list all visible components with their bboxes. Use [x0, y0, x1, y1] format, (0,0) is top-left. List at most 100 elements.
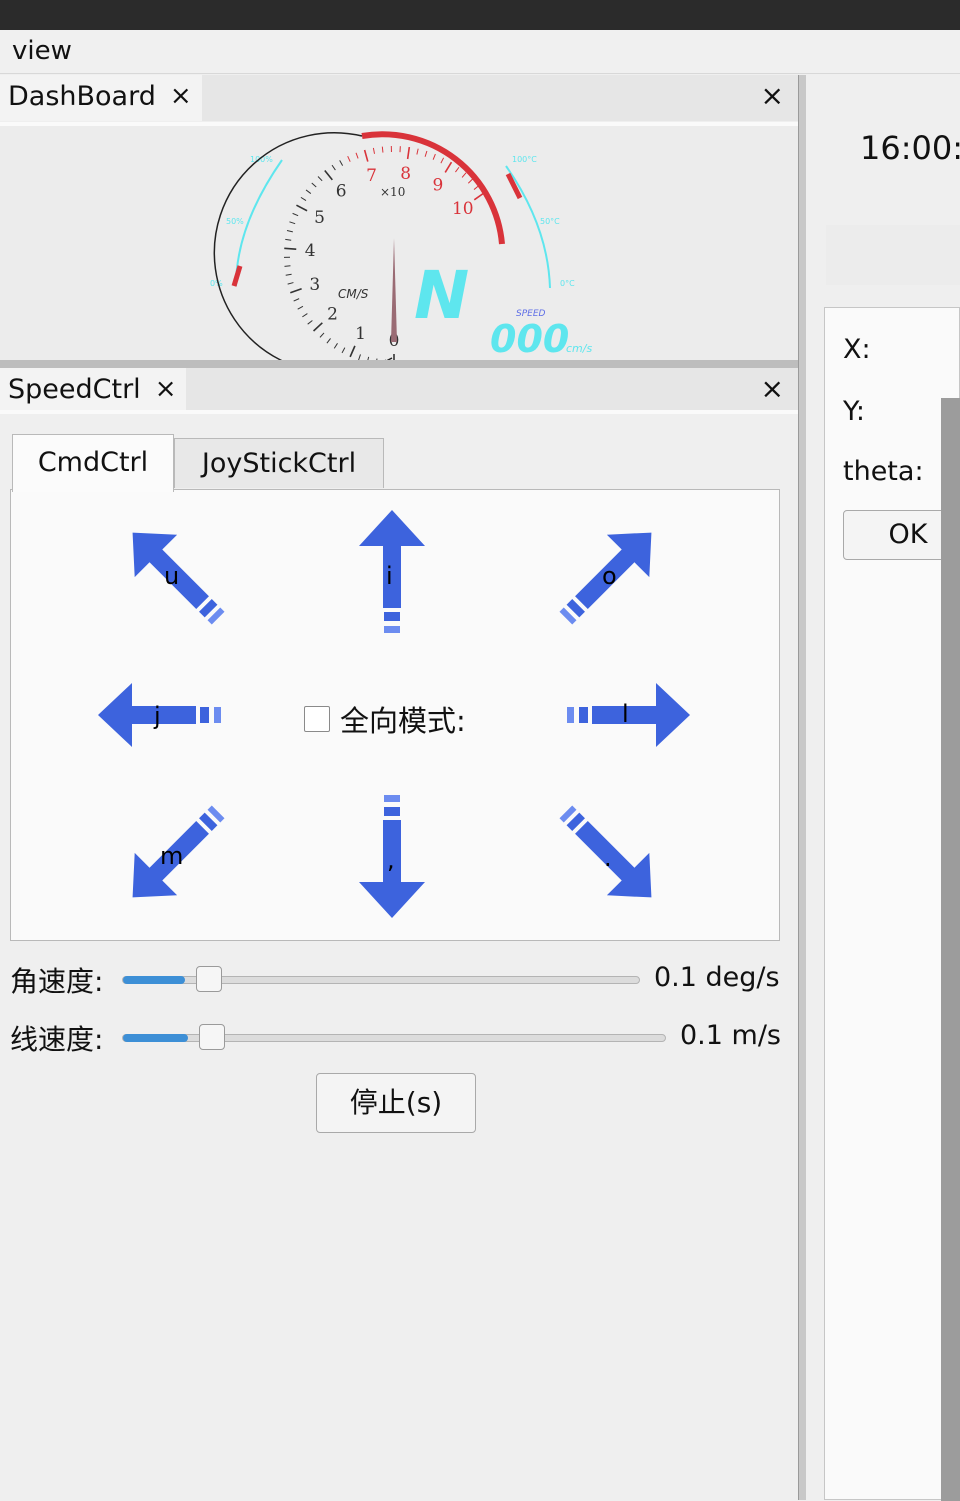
tab-dashboard[interactable]: DashBoard × — [0, 75, 202, 121]
key-label-comma: , — [387, 846, 395, 874]
angular-speed-fill — [123, 976, 185, 984]
dashboard-tab-label: DashBoard — [8, 81, 156, 112]
left-gauge-label-low: 0% — [210, 279, 223, 288]
move-forward-left-button[interactable]: u — [110, 510, 240, 640]
move-back-button[interactable]: , — [327, 788, 457, 918]
stop-button[interactable]: 停止(s) — [316, 1073, 476, 1133]
linear-speed-slider[interactable] — [122, 1034, 666, 1042]
dial-tick — [294, 299, 299, 301]
angular-speed-slider[interactable] — [122, 976, 640, 984]
dial-tick — [284, 248, 296, 249]
dial-unit: CM/S — [338, 287, 369, 301]
time-display: 16:00:0 — [860, 129, 960, 167]
dial-tick — [441, 158, 444, 163]
speed-readout-unit: cm/s — [566, 342, 592, 355]
dial-tick — [287, 231, 293, 232]
move-right-button[interactable]: l — [560, 650, 690, 780]
dial-tick — [334, 343, 337, 348]
dial-tick — [290, 289, 301, 293]
dial-tick — [308, 320, 313, 324]
dial-tick — [408, 147, 410, 159]
tab-speedctrl[interactable]: SpeedCtrl × — [0, 368, 186, 414]
dial-number: 6 — [336, 182, 347, 202]
dial-tick — [425, 151, 427, 157]
dial-tick — [296, 205, 307, 211]
dock-splitter[interactable] — [0, 360, 798, 368]
right-gauge-label-mid: 50°C — [540, 217, 560, 226]
angular-speed-handle[interactable] — [196, 966, 222, 992]
main-splitter[interactable] — [798, 75, 806, 1500]
dashboard-panel: 100% 50% 0% 100°C 50°C 0°C ×10 CM/S 0123… — [0, 122, 798, 360]
omni-mode-checkbox[interactable] — [304, 706, 330, 732]
dial-tick — [293, 213, 299, 215]
time-strip — [826, 225, 960, 285]
vertical-scrollbar[interactable] — [941, 398, 960, 1501]
dial-tick — [284, 266, 290, 267]
dial-tick — [348, 156, 351, 161]
dial-tick — [342, 348, 345, 353]
menu-bar: view — [0, 30, 960, 74]
dial-tick — [350, 346, 355, 357]
dial-tick — [312, 183, 316, 187]
speed-needle — [391, 238, 397, 342]
theta-label: theta: — [843, 456, 924, 487]
linear-speed-value: 0.1 m/s — [680, 1020, 781, 1051]
dial-tick — [288, 283, 294, 285]
dial-tick — [332, 165, 335, 170]
close-icon[interactable]: × — [170, 81, 192, 111]
linear-speed-label: 线速度: — [10, 1018, 122, 1058]
linear-speed-handle[interactable] — [199, 1024, 225, 1050]
menu-view[interactable]: view — [12, 36, 72, 66]
key-label-o: o — [602, 562, 617, 590]
dial-number: 3 — [309, 275, 320, 295]
y-label: Y: — [843, 396, 865, 427]
right-panel: 16:00:0 X: Y: theta: OK — [806, 75, 960, 1500]
dial-tick — [306, 190, 311, 194]
speedctrl-dock-titlebar: SpeedCtrl × × — [0, 368, 798, 414]
close-icon[interactable]: × — [155, 374, 177, 404]
dial-tick — [302, 314, 307, 317]
tab-joystickctrl[interactable]: JoyStickCtrl — [174, 438, 384, 488]
speedctrl-dock-close-icon[interactable]: × — [761, 372, 784, 405]
dial-tick — [417, 149, 418, 155]
dial-number: 8 — [400, 164, 411, 184]
dial-tick — [433, 154, 435, 160]
dial-tick — [325, 171, 333, 180]
speed-readout: 000 — [490, 317, 569, 361]
dial-tick — [286, 274, 292, 275]
dial-number: 2 — [327, 304, 338, 324]
dial-tick — [340, 160, 343, 165]
angular-speed-label: 角速度: — [10, 960, 122, 1000]
omni-mode-label: 全向模式: — [340, 698, 466, 740]
tab-cmdctrl[interactable]: CmdCtrl — [12, 434, 174, 492]
dial-number: 9 — [432, 175, 443, 195]
left-gauge-fill — [234, 266, 240, 286]
dial-tick — [373, 148, 374, 154]
move-forward-right-button[interactable]: o — [544, 510, 674, 640]
dial-tick — [445, 162, 451, 172]
left-gauge-label-mid: 50% — [226, 217, 244, 226]
pose-panel: X: Y: theta: OK — [824, 307, 960, 1500]
dial-tick — [382, 147, 383, 153]
right-gauge-label-high: 100°C — [512, 155, 537, 164]
angular-speed-row: 角速度: — [10, 960, 122, 1000]
omni-mode-control: 全向模式: — [304, 698, 466, 740]
dashboard-dock-titlebar: DashBoard × × — [0, 75, 798, 121]
dial-number: 10 — [452, 199, 474, 219]
dial-tick — [327, 338, 331, 343]
key-label-dot: . — [604, 844, 612, 872]
move-back-right-button[interactable]: . — [544, 790, 674, 920]
right-gauge-label-low: 0°C — [560, 279, 575, 288]
dial-tick — [468, 179, 472, 183]
key-label-m: m — [160, 842, 183, 870]
dial-tick — [365, 150, 368, 162]
dial-tick — [455, 167, 459, 172]
dial-tick — [356, 153, 358, 159]
dial-tick — [318, 176, 322, 180]
move-back-left-button[interactable]: m — [110, 790, 240, 920]
move-left-button[interactable]: j — [98, 650, 228, 780]
angular-speed-value: 0.1 deg/s — [654, 962, 780, 993]
move-forward-button[interactable]: i — [327, 508, 457, 638]
dial-tick — [320, 333, 324, 337]
dashboard-dock-close-icon[interactable]: × — [761, 79, 784, 112]
